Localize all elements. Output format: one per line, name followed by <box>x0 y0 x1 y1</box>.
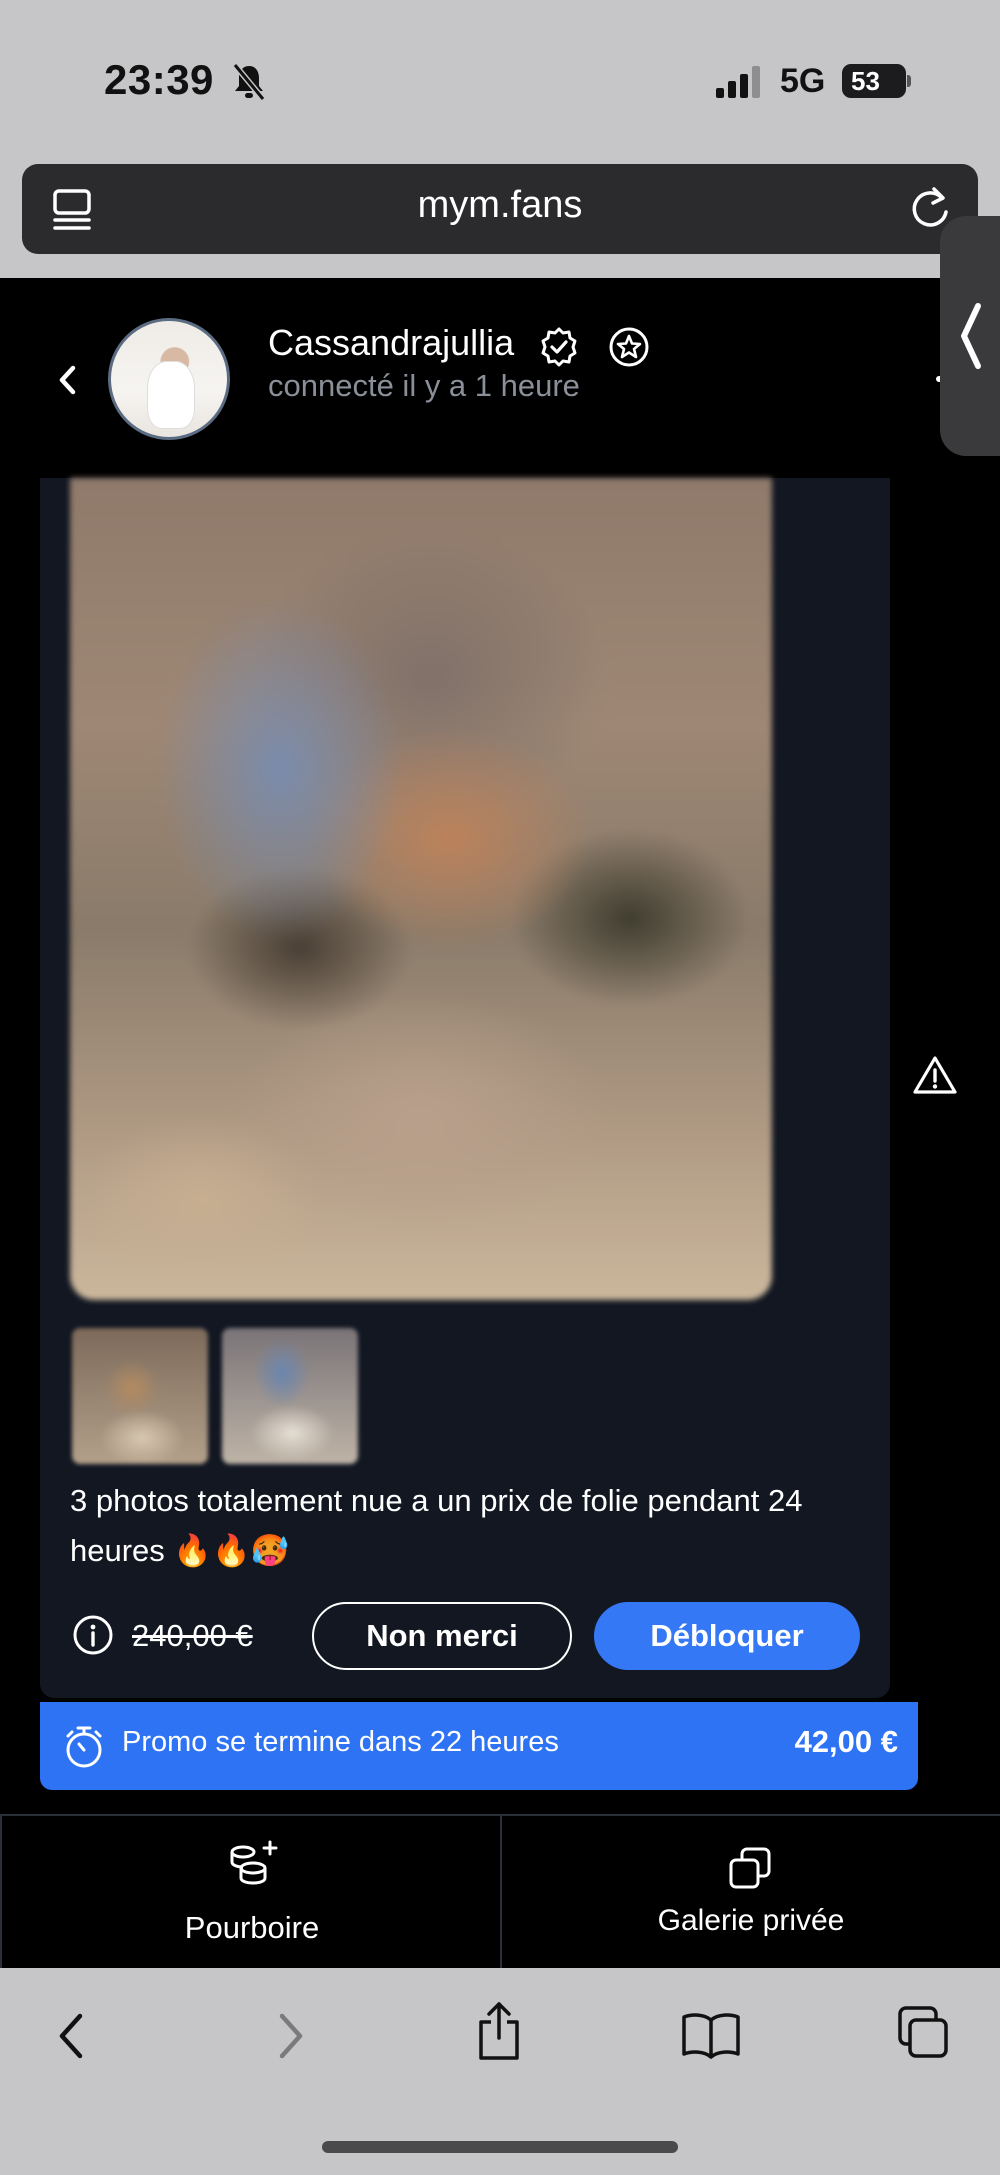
avatar[interactable] <box>108 318 230 440</box>
cellular-signal-icon <box>716 66 760 98</box>
private-gallery-label[interactable]: Galerie privée <box>502 1904 1000 1938</box>
tabs-overview-icon[interactable] <box>896 2004 950 2060</box>
decline-button[interactable]: Non merci <box>312 1602 572 1670</box>
back-chevron-icon[interactable] <box>54 362 80 398</box>
browser-back-icon[interactable] <box>54 2010 88 2062</box>
unlock-button[interactable]: Débloquer <box>594 1602 860 1670</box>
network-type: 5G <box>780 62 826 100</box>
avatar-figure <box>147 361 195 429</box>
chat-username[interactable]: Cassandrajullia <box>268 322 514 364</box>
status-time: 23:39 <box>104 56 214 103</box>
share-icon[interactable] <box>474 2000 524 2062</box>
home-indicator[interactable] <box>322 2141 678 2153</box>
browser-forward-icon[interactable] <box>274 2010 308 2062</box>
bell-muted-icon <box>232 63 266 101</box>
tip-label[interactable]: Pourboire <box>0 1910 504 1946</box>
last-seen-status: connecté il y a 1 heure <box>268 368 580 403</box>
info-icon[interactable] <box>72 1614 114 1656</box>
original-price: 240,00 € <box>132 1618 253 1653</box>
gallery-copy-icon[interactable] <box>728 1846 772 1890</box>
preview-thumbnail[interactable] <box>72 1328 208 1464</box>
message-caption: 3 photos totalement nue a un prix de fol… <box>70 1483 803 1568</box>
warning-report-icon[interactable] <box>912 1054 958 1096</box>
preview-thumbnail[interactable] <box>222 1328 358 1464</box>
star-badge-icon <box>609 327 649 367</box>
stopwatch-icon <box>66 1726 102 1768</box>
url-text[interactable]: mym.fans <box>0 184 1000 227</box>
private-gallery-tab[interactable] <box>502 1816 1000 1968</box>
coins-plus-icon[interactable] <box>226 1840 278 1888</box>
battery-level: 53 <box>851 65 880 96</box>
battery-icon: 53 <box>842 64 906 98</box>
chevron-left-icon[interactable] <box>956 300 986 372</box>
blurred-preview-image[interactable] <box>70 478 772 1300</box>
promo-price: 42,00 € <box>794 1724 898 1759</box>
verified-badge-icon <box>541 327 577 367</box>
promo-countdown-text: Promo se termine dans 22 heures <box>122 1726 559 1758</box>
bookmarks-book-icon[interactable] <box>680 2010 742 2060</box>
battery-tip <box>907 75 911 87</box>
